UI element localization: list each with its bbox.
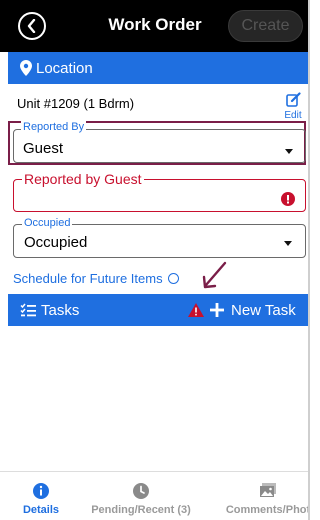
tasks-label: Tasks [41, 301, 80, 319]
task-list-icon [20, 303, 36, 317]
tab-comments-photos-label: Comments/Phot [225, 504, 310, 516]
tab-details[interactable]: Details [19, 482, 63, 516]
bottom-tab-bar: Details Pending/Recent (3) Comments/Phot [0, 471, 310, 520]
photo-icon [260, 483, 276, 497]
new-task-label: New Task [231, 301, 296, 319]
info-icon [33, 483, 49, 499]
tab-details-label: Details [22, 504, 60, 516]
edit-label: Edit [284, 110, 302, 121]
tab-comments-photos[interactable]: Comments/Phot [224, 482, 310, 516]
tab-pending-recent[interactable]: Pending/Recent (3) [86, 482, 196, 516]
app-frame: Work Order Create Location Unit #1209 (1… [0, 0, 310, 520]
reported-by-guest-field[interactable]: Reported by Guest [13, 171, 306, 212]
plus-icon [210, 303, 224, 317]
occupied-label: Occupied [22, 217, 73, 229]
new-task-button[interactable]: New Task [210, 294, 296, 326]
reported-by-label: Reported By [21, 121, 87, 133]
tab-pending-recent-label: Pending/Recent (3) [91, 504, 191, 516]
create-button[interactable]: Create [228, 10, 303, 42]
radio-button[interactable] [167, 273, 179, 284]
edit-icon [285, 92, 301, 107]
location-label: Location [36, 59, 93, 77]
unit-label: Unit #1209 (1 Bdrm) [17, 96, 135, 111]
occupied-select[interactable]: Occupied Occupied [13, 217, 306, 258]
location-bar[interactable]: Location [8, 52, 308, 84]
reported-by-value: Guest [23, 140, 64, 157]
reported-by-select[interactable]: Reported By Guest [13, 121, 306, 163]
header-bar: Work Order Create [0, 0, 308, 52]
reported-by-guest-label: Reported by Guest [22, 171, 144, 187]
schedule-future-toggle[interactable]: Schedule for Future Items [13, 271, 179, 286]
clock-icon [133, 483, 149, 499]
tasks-bar: Tasks New Task [8, 294, 308, 326]
occupied-value: Occupied [24, 234, 88, 251]
map-marker-icon [20, 60, 32, 76]
error-icon [281, 192, 295, 206]
annotation-arrow [202, 261, 227, 289]
chevron-down-icon [285, 149, 293, 154]
edit-button[interactable]: Edit [281, 92, 305, 121]
warning-icon [188, 303, 204, 317]
chevron-down-icon [284, 241, 292, 246]
schedule-label: Schedule for Future Items [13, 271, 163, 286]
